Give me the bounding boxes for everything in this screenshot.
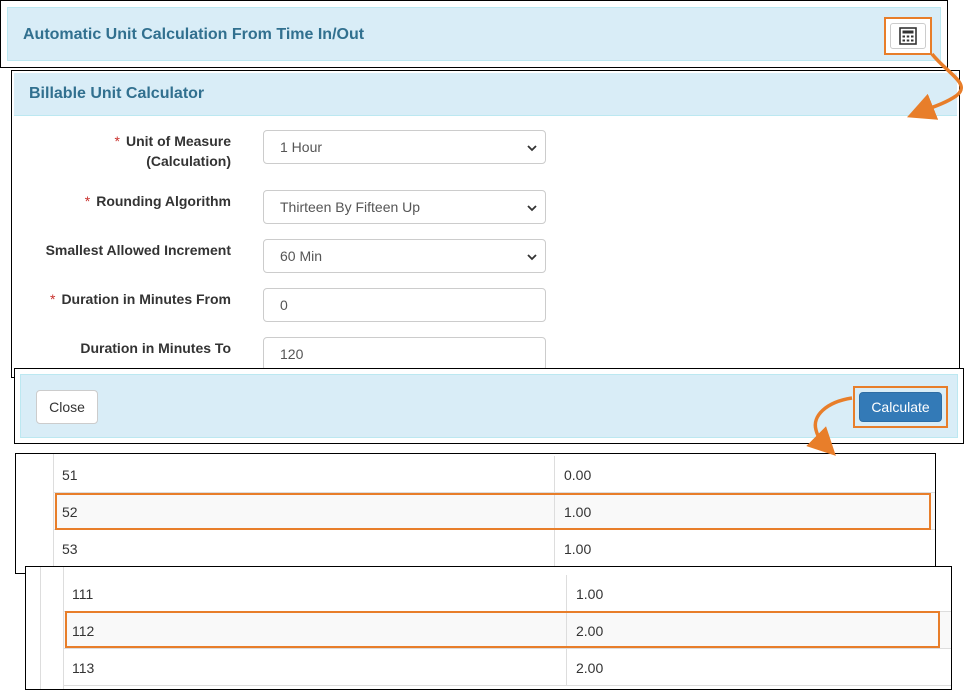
smallest-increment-label: Smallest Allowed Increment [45, 242, 231, 258]
column-divider [554, 456, 555, 492]
chevron-down-icon [527, 205, 537, 212]
row-highlight [55, 493, 931, 530]
table-row: 53 1.00 [54, 530, 935, 567]
required-marker: * [84, 193, 91, 209]
unit-of-measure-select[interactable]: 1 Hour [263, 130, 546, 164]
minutes-cell: 51 [62, 467, 78, 483]
units-cell: 2.00 [576, 660, 604, 676]
footer-bar [20, 374, 958, 438]
units-cell: 1.00 [564, 541, 592, 557]
table-border [53, 454, 54, 573]
duration-from-input[interactable]: 0 [263, 288, 546, 322]
unit-of-measure-label: * Unit of Measure (Calculation) [114, 133, 231, 169]
chevron-down-icon [527, 145, 537, 152]
table-border [40, 567, 41, 689]
calculator-heading: Billable Unit Calculator [14, 73, 957, 116]
table-row: 113 2.00 [64, 649, 951, 686]
row-highlight [65, 611, 940, 648]
calculate-button-highlight: Calculate [853, 386, 948, 428]
calculator-button-highlight [884, 17, 932, 55]
rounding-algorithm-label: * Rounding Algorithm [84, 193, 231, 209]
chevron-down-icon [527, 254, 537, 261]
table-border [63, 567, 64, 689]
column-divider [554, 530, 555, 566]
required-marker: * [114, 133, 120, 149]
rounding-algorithm-select[interactable]: Thirteen By Fifteen Up [263, 190, 546, 224]
panel-title: Automatic Unit Calculation From Time In/… [23, 26, 365, 43]
minutes-cell: 113 [72, 660, 95, 676]
smallest-increment-select[interactable]: 60 Min [263, 239, 546, 273]
calculator-button[interactable] [890, 23, 926, 49]
column-divider [566, 575, 567, 611]
minutes-cell: 111 [72, 586, 94, 602]
calculator-footer: Close Calculate [14, 368, 964, 444]
calculator-icon [899, 27, 917, 45]
required-marker: * [49, 291, 56, 307]
calculate-button[interactable]: Calculate [859, 392, 942, 422]
minutes-cell: 53 [62, 541, 78, 557]
duration-to-label: Duration in Minutes To [80, 340, 231, 356]
billable-unit-calculator: Billable Unit Calculator * Unit of Measur… [11, 70, 960, 378]
results-table-a: 51 0.00 52 1.00 53 1.00 [15, 453, 936, 574]
units-cell: 0.00 [564, 467, 592, 483]
results-table-b: 111 1.00 112 2.00 113 2.00 [25, 566, 952, 690]
panel-heading: Automatic Unit Calculation From Time In/… [7, 7, 941, 61]
column-divider [566, 649, 567, 685]
duration-from-label: * Duration in Minutes From [49, 291, 231, 307]
duration-to-input[interactable]: 120 [263, 337, 546, 371]
close-button[interactable]: Close [36, 390, 98, 424]
auto-unit-panel: Automatic Unit Calculation From Time In/… [0, 0, 948, 68]
units-cell: 1.00 [576, 586, 604, 602]
table-row: 111 1.00 [64, 575, 951, 612]
table-row: 51 0.00 [54, 456, 935, 493]
calculator-title: Billable Unit Calculator [29, 85, 205, 102]
